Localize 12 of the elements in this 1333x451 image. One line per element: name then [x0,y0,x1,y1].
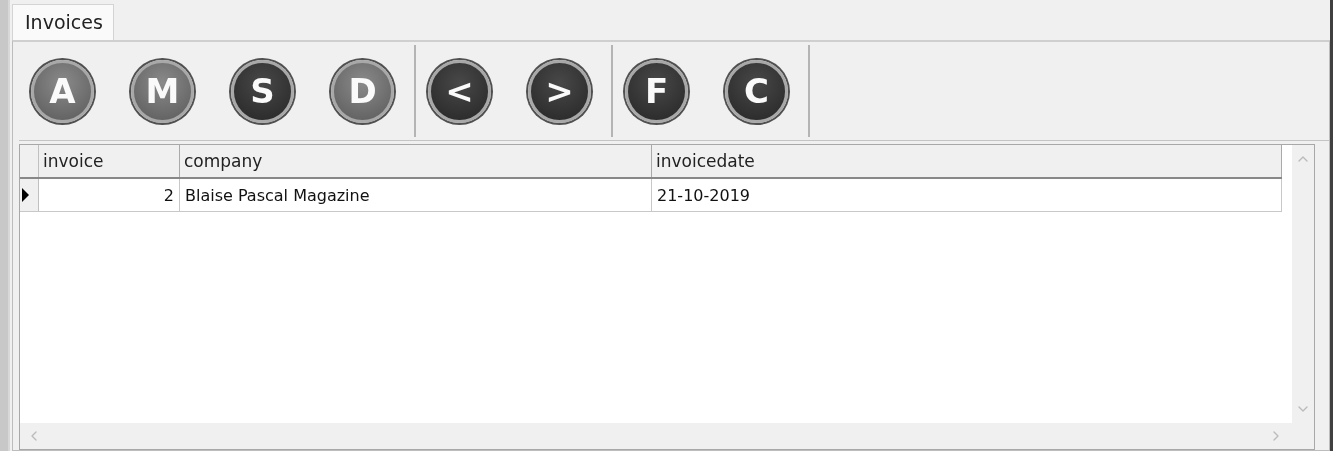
round-toolbar-button[interactable]: F [625,59,688,123]
round-toolbar-button[interactable]: C [725,59,788,123]
column-header[interactable]: invoicedate [652,145,1282,177]
table-cell: 2 [39,179,180,211]
round-toolbar-button[interactable]: > [528,59,591,123]
round-toolbar-button[interactable]: S [231,59,294,123]
tab[interactable]: Invoices [12,4,114,41]
column-header[interactable]: invoice [39,145,180,177]
table-cell: Blaise Pascal Magazine [180,179,652,211]
column-header[interactable]: company [180,145,652,177]
round-toolbar-button[interactable]: < [428,59,491,123]
table-cell: 21-10-2019 [652,179,1282,211]
